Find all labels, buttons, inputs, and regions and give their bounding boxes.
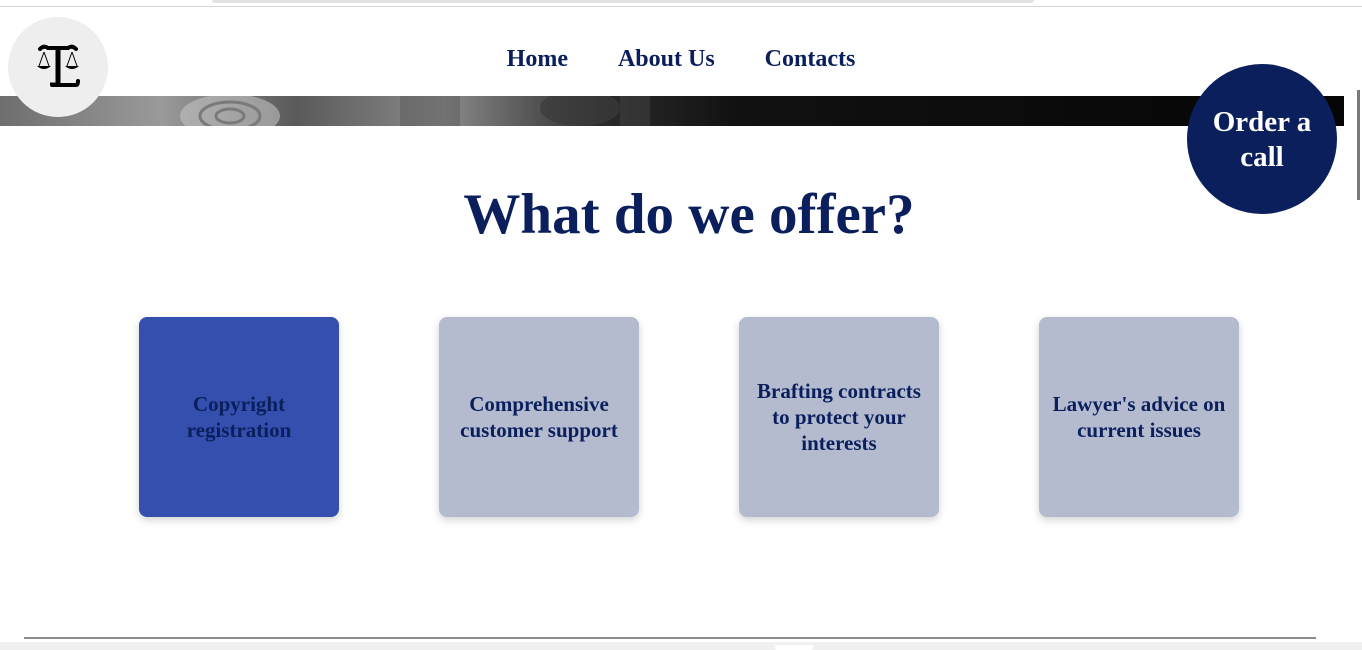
service-card-label: Comprehensive customer support — [460, 392, 618, 442]
order-call-label: Order a call — [1212, 106, 1312, 173]
scrollbar-thumb[interactable] — [775, 645, 813, 650]
browser-tabstrip — [212, 0, 1034, 3]
hero-image — [180, 96, 650, 126]
scales-of-justice-logo-icon — [37, 44, 80, 87]
service-card-copyright-registration[interactable]: Copyright registration — [139, 317, 339, 517]
section-divider — [24, 637, 1316, 639]
nav-contacts[interactable]: Contacts — [765, 42, 856, 76]
browser-top-bar — [0, 0, 1362, 7]
nav-about-us[interactable]: About Us — [618, 42, 715, 76]
main-nav: Home About Us Contacts — [0, 42, 1362, 76]
section-title: What do we offer? — [463, 183, 915, 246]
horizontal-scrollbar[interactable] — [0, 642, 1362, 650]
hero-image-strip — [0, 96, 1344, 126]
site-logo[interactable] — [8, 17, 108, 117]
service-card-customer-support[interactable]: Comprehensive customer support — [439, 317, 639, 517]
service-card-label: Copyright registration — [186, 392, 292, 442]
service-card-contracts[interactable]: Brafting contracts to protect your inter… — [739, 317, 939, 517]
service-card-label: Lawyer's advice on current issues — [1052, 392, 1226, 442]
service-card-label: Brafting contracts to protect your inter… — [757, 379, 921, 455]
nav-home[interactable]: Home — [507, 42, 568, 76]
service-card-lawyer-advice[interactable]: Lawyer's advice on current issues — [1039, 317, 1239, 517]
order-call-button[interactable]: Order a call — [1187, 64, 1337, 214]
site-header: Home About Us Contacts — [0, 7, 1362, 96]
